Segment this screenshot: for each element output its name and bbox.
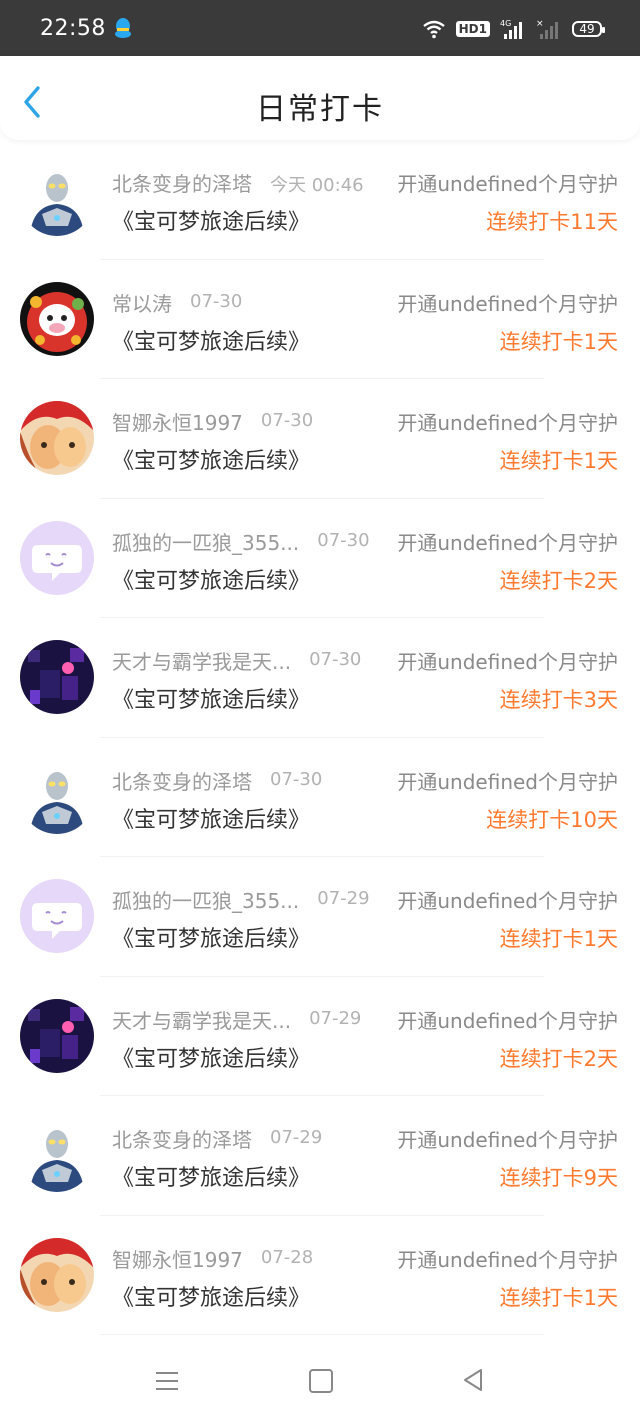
- list-item[interactable]: 常以涛 07-30 开通undefined个月守护《宝可梦旅途后续》 连续打卡1天: [0, 260, 640, 379]
- avatar[interactable]: [20, 281, 94, 356]
- list-item[interactable]: 天才与霸学我是天... 07-30 开通undefined个月守护《宝可梦旅途后续》…: [0, 618, 640, 738]
- guard-text: 开通undefined个月守护: [397, 889, 618, 913]
- checkin-date: 07-29: [309, 1007, 362, 1029]
- streak-text: 连续打卡2天: [499, 568, 618, 593]
- avatar[interactable]: [20, 162, 94, 236]
- streak-text: 连续打卡2天: [499, 1046, 618, 1071]
- checkin-date: 07-30: [190, 290, 243, 312]
- list-item[interactable]: 孤独的一匹狼_355... 07-30 开通undefined个月守护《宝可梦旅途后…: [0, 499, 640, 618]
- user-name[interactable]: 常以涛: [112, 288, 172, 317]
- svg-text:×: ×: [536, 19, 544, 29]
- avatar[interactable]: [20, 520, 94, 595]
- streak-text: 连续打卡3天: [499, 688, 618, 712]
- guard-text: 开通undefined个月守护: [397, 769, 618, 794]
- guard-text: 开通undefined个月守护: [397, 1008, 618, 1033]
- checkin-date: 07-30: [317, 529, 370, 551]
- row-divider: [100, 1334, 544, 1335]
- avatar[interactable]: [20, 998, 94, 1073]
- user-name[interactable]: 孤独的一匹狼_355...: [112, 885, 299, 914]
- avatar[interactable]: [20, 879, 94, 953]
- header: 日常打卡: [0, 56, 640, 140]
- streak-text: 连续打卡11天: [486, 210, 618, 234]
- show-title: 《宝可梦旅途后续》: [112, 1285, 311, 1311]
- list-item[interactable]: 智娜永恒1997 07-28 开通undefined个月守护《宝可梦旅途后续》 连续打…: [0, 1216, 640, 1335]
- guard-text: 开通undefined个月守护: [397, 1128, 618, 1152]
- checkin-date: 07-30: [270, 768, 323, 790]
- menu-icon[interactable]: [156, 1370, 178, 1392]
- streak-text: 连续打卡1天: [499, 1285, 618, 1310]
- user-name[interactable]: 智娜永恒1997: [112, 407, 243, 436]
- home-square-icon[interactable]: [309, 1369, 333, 1393]
- avatar[interactable]: [20, 1237, 94, 1312]
- wifi-icon: [422, 20, 445, 39]
- show-title: 《宝可梦旅途后续》: [112, 807, 311, 833]
- list-item[interactable]: 智娜永恒1997 07-30 开通undefined个月守护《宝可梦旅途后续》 连续打…: [0, 379, 640, 499]
- list-item[interactable]: 北条变身的泽塔 今天 00:46 开通undefined个月守护《宝可梦旅途后续》 连…: [0, 140, 640, 260]
- status-icons: HD1 4G × 49: [422, 16, 605, 42]
- guard-text: 开通undefined个月守护: [397, 291, 618, 316]
- user-name[interactable]: 孤独的一匹狼_355...: [112, 527, 299, 556]
- battery-icon: 49: [572, 21, 605, 37]
- hd-icon: HD1: [455, 21, 490, 37]
- streak-text: 连续打卡9天: [499, 1166, 618, 1190]
- system-nav-bar: [0, 1342, 640, 1422]
- list-item[interactable]: 北条变身的泽塔 07-29 开通undefined个月守护《宝可梦旅途后续》 连续打卡…: [0, 1096, 640, 1216]
- checkin-date: 07-29: [270, 1127, 323, 1148]
- avatar[interactable]: [20, 640, 94, 714]
- user-name[interactable]: 北条变身的泽塔: [112, 766, 252, 795]
- show-title: 《宝可梦旅途后续》: [112, 210, 311, 235]
- back-triangle-icon[interactable]: [462, 1368, 484, 1392]
- checkin-date: 07-30: [260, 410, 314, 431]
- guard-text: 开通undefined个月守护: [397, 411, 618, 435]
- checkin-list: 北条变身的泽塔 今天 00:46 开通undefined个月守护 《宝可梦旅途后续》连…: [0, 140, 640, 1335]
- guard-text: 开通undefined个月守护: [397, 172, 618, 196]
- user-name[interactable]: 智娜永恒1997: [112, 1244, 243, 1273]
- qq-penguin-icon: [115, 18, 131, 38]
- streak-text: 连续打卡10天: [486, 807, 618, 832]
- streak-text: 连续打卡1天: [499, 329, 618, 354]
- show-title: 《宝可梦旅途后续》: [112, 449, 311, 474]
- show-title: 《宝可梦旅途后续》: [112, 927, 311, 952]
- avatar[interactable]: [20, 759, 94, 834]
- list-item[interactable]: 北条变身的泽塔 07-30 开通undefined个月守护《宝可梦旅途后续》 连续打卡…: [0, 738, 640, 857]
- list-item[interactable]: 天才与霸学我是天... 07-29 开通undefined个月守护《宝可梦旅途后续》…: [0, 977, 640, 1096]
- guard-text: 开通undefined个月守护: [397, 530, 618, 555]
- signal-icon: ×: [536, 19, 558, 39]
- avatar[interactable]: [20, 1118, 94, 1192]
- guard-text: 开通undefined个月守护: [397, 1247, 618, 1272]
- streak-text: 连续打卡1天: [499, 927, 618, 951]
- checkin-date: 07-28: [260, 1246, 314, 1268]
- avatar[interactable]: [20, 401, 94, 475]
- guard-text: 开通undefined个月守护: [397, 650, 618, 674]
- checkin-date: 今天 00:46: [270, 175, 364, 196]
- streak-text: 连续打卡1天: [499, 449, 618, 473]
- page-title: 日常打卡: [256, 92, 384, 127]
- show-title: 《宝可梦旅途后续》: [112, 1166, 311, 1191]
- status-bar: 22:58 HD1 4G × 49: [0, 0, 640, 56]
- checkin-date: 07-29: [317, 888, 370, 909]
- svg-text:4G: 4G: [500, 19, 511, 28]
- user-name[interactable]: 北条变身的泽塔: [112, 1124, 252, 1153]
- checkin-date: 07-30: [309, 649, 362, 670]
- user-name[interactable]: 天才与霸学我是天...: [112, 1005, 291, 1034]
- user-name[interactable]: 北条变身的泽塔: [112, 168, 252, 197]
- show-title: 《宝可梦旅途后续》: [112, 688, 311, 713]
- show-title: 《宝可梦旅途后续》: [112, 568, 311, 594]
- show-title: 《宝可梦旅途后续》: [112, 329, 311, 355]
- status-time: 22:58: [40, 16, 106, 41]
- user-name[interactable]: 天才与霸学我是天...: [112, 646, 291, 675]
- list-item[interactable]: 孤独的一匹狼_355... 07-29 开通undefined个月守护《宝可梦旅途后…: [0, 857, 640, 977]
- signal-4g-icon: 4G: [500, 19, 522, 39]
- show-title: 《宝可梦旅途后续》: [112, 1046, 311, 1072]
